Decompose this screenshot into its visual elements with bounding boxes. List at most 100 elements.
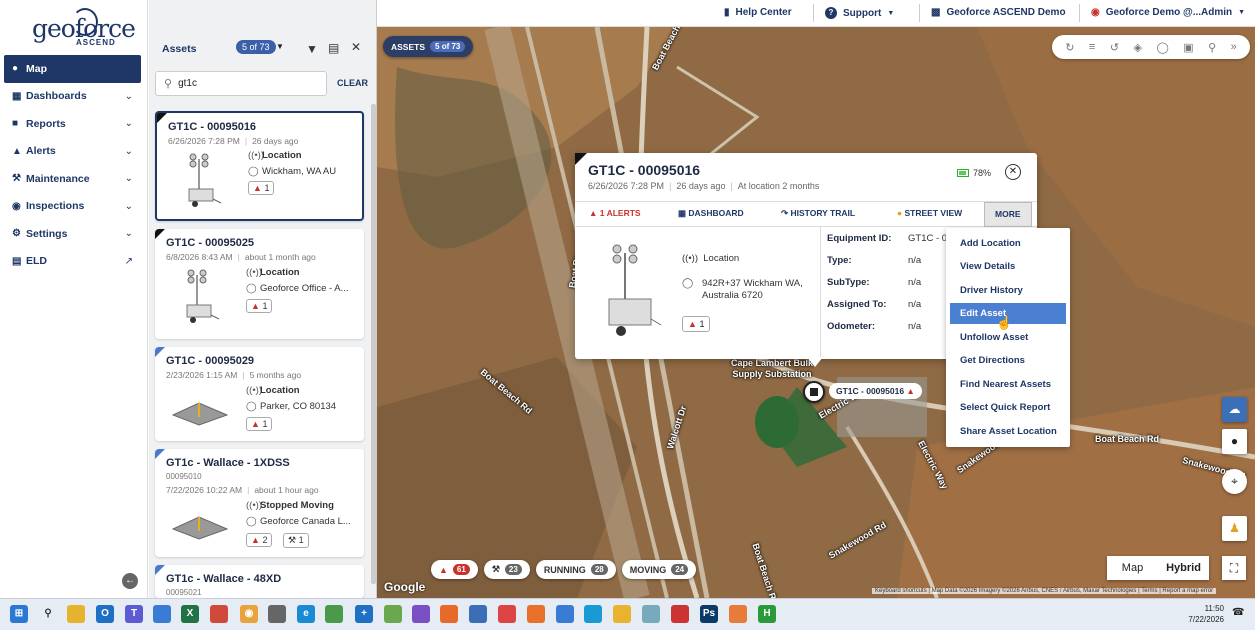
app-icon[interactable] [671,605,689,623]
firefox-icon[interactable] [440,605,458,623]
asset-card[interactable]: GT1C - 00095029 2/23/2026 1:15 AM | 5 mont… [155,347,364,441]
nav-item-inspections[interactable]: ◉ Inspections ⌄ [4,193,141,221]
chrome-icon[interactable]: ◉ [240,605,258,623]
geoforce-logo[interactable]: geoforce ASCEND [30,6,136,50]
asset-card[interactable]: GT1c - Wallace - 1XDSS 00095010 7/22/202… [155,449,364,557]
geofence-icon[interactable]: ▣ [1183,41,1193,54]
location-pin-icon: ◯ [246,516,257,527]
history-icon[interactable]: ↺ [1110,41,1119,54]
alert-count-badge[interactable]: ▲ 2 [246,533,273,547]
windows-start-icon[interactable]: ⊞ [10,605,28,623]
recenter-button[interactable]: ⌖ [1222,469,1247,494]
maintenance-count-badge[interactable]: ⚒ 1 [283,533,309,548]
weather-layer-button[interactable]: ☁ [1222,397,1247,422]
asset-map-marker[interactable] [803,381,825,403]
menu-item-select-quick-report[interactable]: Select Quick Report [950,397,1066,418]
edge-icon[interactable]: e [297,605,315,623]
asset-count-badge[interactable]: 5 of 73 [236,40,276,54]
panel-scrollbar[interactable] [371,104,376,584]
user-menu[interactable]: ◉ Geoforce Demo @...Admin ▼ [1079,4,1245,22]
layers-icon[interactable]: ◈ [1134,41,1142,54]
alerts-chip[interactable]: ▲ 61 [431,560,478,579]
nav-item-map[interactable]: ● Map [4,55,141,83]
table-view-icon[interactable]: ▤ [328,41,339,55]
calculator-icon[interactable] [268,605,286,623]
search-icon[interactable]: ⚲ [39,605,57,623]
close-icon[interactable]: ✕ [351,40,361,54]
notification-icon[interactable]: ☎ [1232,607,1244,618]
app-icon[interactable] [527,605,545,623]
app-icon[interactable] [642,605,660,623]
alert-count-badge[interactable]: ▲ 1 [246,417,273,431]
app-icon[interactable] [469,605,487,623]
app-icon[interactable] [498,605,516,623]
clear-search-button[interactable]: CLEAR [337,78,368,88]
photoshop-icon[interactable]: Ps [700,605,718,623]
taskbar-clock[interactable]: 11:50 7/22/2026 [1188,603,1224,625]
file-explorer-icon[interactable] [67,605,85,623]
menu-item-find-nearest-assets[interactable]: Find Nearest Assets [950,374,1066,395]
weather-icon: ☁ [1228,402,1241,416]
asset-card[interactable]: GT1C - 00095016 6/26/2026 7:28 PM | 26 day… [155,111,364,221]
fullscreen-button[interactable]: ⛶ [1222,556,1246,580]
tab-alerts[interactable]: ▲ 1 ALERTS [589,208,641,218]
app-icon[interactable] [325,605,343,623]
app-icon[interactable] [584,605,602,623]
asset-card[interactable]: GT1c - Wallace - 48XD 00095021 [155,565,364,598]
support-menu[interactable]: ? Support ▼ [813,4,894,22]
asset-marker-label[interactable]: GT1C - 00095016 ▲ [829,383,922,399]
outlook-icon[interactable]: O [96,605,114,623]
sliders-icon[interactable]: ≡ [1089,41,1095,53]
alert-count-badge[interactable]: ▲ 1 [246,299,273,313]
menu-item-get-directions[interactable]: Get Directions [950,350,1066,371]
menu-item-driver-history[interactable]: Driver History [950,280,1066,301]
filter-icon[interactable]: ▼ [306,42,318,56]
app-icon[interactable] [556,605,574,623]
tab-history-trail[interactable]: ↷ HISTORY TRAIL [781,208,855,219]
account-switcher[interactable]: ▩ Geoforce ASCEND Demo [919,4,1066,22]
caret-down-icon[interactable]: ▼ [276,42,284,51]
alert-count-badge[interactable]: ▲ 1 [248,181,275,195]
app-icon[interactable] [210,605,228,623]
map-attribution[interactable]: Keyboard shortcuts | Map Data ©2026 Imag… [872,588,1217,594]
map-assets-button[interactable]: ASSETS 5 of 73 [383,36,474,57]
menu-item-share-asset-location[interactable]: Share Asset Location [950,421,1066,442]
refresh-icon[interactable]: ↻ [1065,41,1074,54]
map-type-hybrid[interactable]: Hybrid [1158,556,1209,580]
tab-more[interactable]: MORE [984,202,1032,227]
teams-icon[interactable]: T [125,605,143,623]
asset-card[interactable]: GT1C - 00095025 6/8/2026 8:43 AM | about 1… [155,229,364,339]
nav-item-reports[interactable]: ■ Reports ⌄ [4,110,141,138]
nav-item-maintenance[interactable]: ⚒ Maintenance ⌄ [4,165,141,193]
moving-chip[interactable]: MOVING 24 [621,560,697,579]
close-popup-button[interactable]: ✕ [1005,164,1021,180]
tab-dashboard[interactable]: ▦ DASHBOARD [678,208,744,219]
nav-item-alerts[interactable]: ▲ Alerts ⌄ [4,138,141,166]
menu-item-add-location[interactable]: Add Location [950,233,1066,254]
app-icon[interactable]: H [758,605,776,623]
collapse-nav-button[interactable]: ← [122,573,138,589]
app-icon[interactable] [153,605,171,623]
maintenance-chip[interactable]: ⚒ 23 [483,560,530,579]
app-icon[interactable] [613,605,631,623]
asset-search-input[interactable]: ⚲ gt1c [155,71,327,96]
app-icon[interactable] [384,605,402,623]
excel-icon[interactable]: X [181,605,199,623]
visual-studio-icon[interactable] [412,605,430,623]
help-center-link[interactable]: ▮ Help Center [724,7,792,18]
tab-street-view[interactable]: ● STREET VIEW [897,208,962,218]
street-view-pegman[interactable]: ♟ [1222,516,1247,541]
app-icon[interactable]: + [355,605,373,623]
location-pin-icon[interactable]: ◯ [1156,41,1168,54]
app-icon[interactable] [729,605,747,623]
alert-count-badge[interactable]: ▲ 1 [682,316,711,332]
nav-item-eld[interactable]: ▤ ELD ↗ [4,248,141,276]
search-icon[interactable]: ⚲ [1208,41,1216,54]
map-type-map[interactable]: Map [1107,556,1158,580]
double-chevron-right-icon[interactable]: » [1231,41,1237,53]
traffic-layer-button[interactable]: ● [1222,429,1247,454]
nav-item-settings[interactable]: ⚙ Settings ⌄ [4,220,141,248]
nav-item-dashboards[interactable]: ▦ Dashboards ⌄ [4,83,141,111]
running-chip[interactable]: RUNNING 28 [535,560,616,579]
menu-item-view-details[interactable]: View Details [950,256,1066,277]
